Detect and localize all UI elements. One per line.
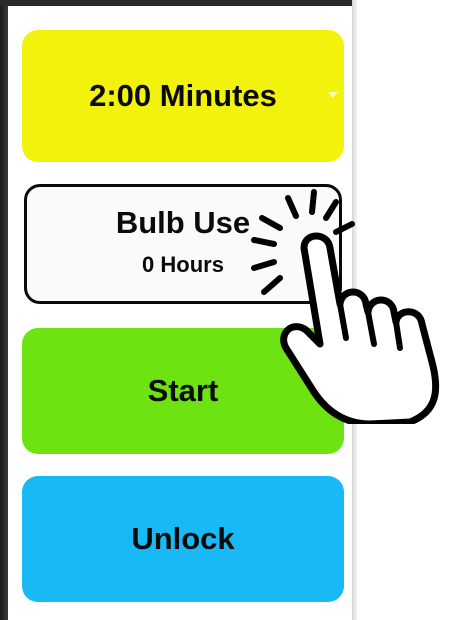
timer-dropdown[interactable]: 2:00 Minutes — [22, 30, 344, 162]
device-bezel-left — [0, 0, 8, 620]
device-bezel-right — [352, 0, 357, 620]
start-label: Start — [147, 373, 219, 408]
bulb-use-title: Bulb Use — [115, 205, 251, 240]
unlock-button[interactable]: Unlock — [22, 476, 344, 602]
timer-label: 2:00 Minutes — [89, 78, 277, 113]
start-button[interactable]: Start — [22, 328, 344, 454]
bulb-use-button[interactable]: Bulb Use 0 Hours — [24, 184, 342, 304]
device-photo: 2:00 Minutes Bulb Use 0 Hours Start Unlo… — [0, 0, 462, 620]
unlock-label: Unlock — [131, 521, 235, 556]
bulb-use-hours: 0 Hours — [142, 252, 224, 277]
chevron-down-icon — [328, 92, 338, 98]
touch-screen: 2:00 Minutes Bulb Use 0 Hours Start Unlo… — [8, 6, 352, 620]
